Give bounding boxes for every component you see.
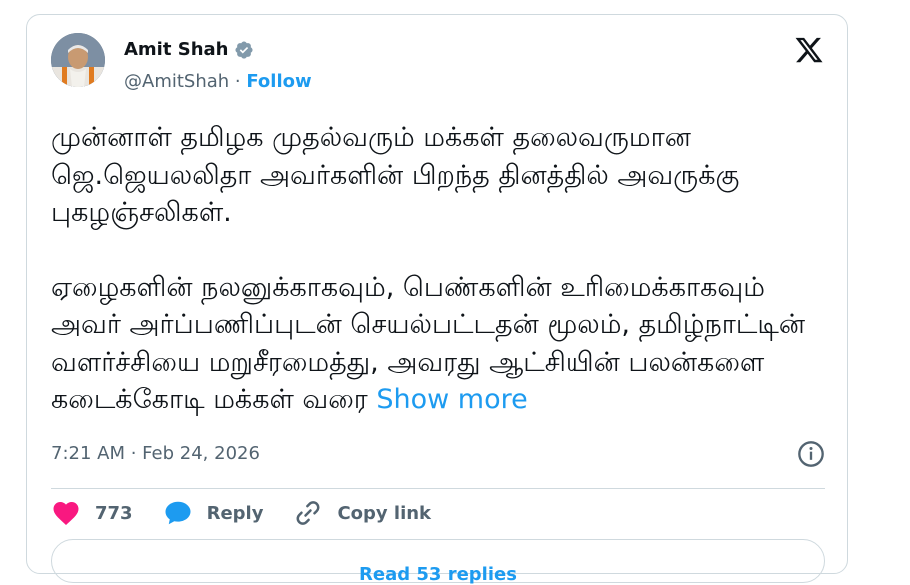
x-logo-icon[interactable] bbox=[793, 35, 825, 65]
author-name[interactable]: Amit Shah bbox=[124, 39, 228, 60]
handle-row: @AmitShah · Follow bbox=[124, 71, 312, 92]
handle-separator: · bbox=[229, 71, 247, 92]
like-count: 773 bbox=[95, 502, 133, 524]
follow-button[interactable]: Follow bbox=[246, 71, 311, 92]
copy-link-label: Copy link bbox=[337, 502, 432, 524]
tweet-text: முன்னாள் தமிழக முதல்வரும் மக்கள் தலைவரும… bbox=[51, 119, 831, 419]
tweet-date: Feb 24, 2026 bbox=[142, 443, 260, 464]
tweet-timestamp[interactable]: 7:21 AM · Feb 24, 2026 bbox=[51, 443, 260, 464]
tweet-time: 7:21 AM bbox=[51, 443, 125, 464]
action-bar: 773 Reply Copy link bbox=[51, 497, 461, 529]
link-icon bbox=[296, 501, 320, 525]
show-more-link[interactable]: Show more bbox=[376, 384, 527, 415]
heart-icon bbox=[53, 502, 79, 525]
reply-button[interactable]: Reply bbox=[163, 498, 264, 528]
author-handle[interactable]: @AmitShah bbox=[124, 71, 229, 92]
meta-separator: · bbox=[125, 443, 143, 464]
reply-label: Reply bbox=[206, 502, 264, 524]
verified-badge-icon bbox=[235, 40, 254, 59]
copy-link-button[interactable]: Copy link bbox=[293, 498, 431, 528]
divider bbox=[51, 488, 825, 489]
tweet-paragraph-1: முன்னாள் தமிழக முதல்வரும் மக்கள் தலைவரும… bbox=[51, 122, 740, 228]
author-name-row[interactable]: Amit Shah bbox=[124, 39, 254, 60]
read-replies-label: Read 53 replies bbox=[359, 564, 517, 585]
tweet-card: Amit Shah @AmitShah · Follow முன்னாள் தம… bbox=[26, 14, 848, 585]
like-button[interactable]: 773 bbox=[51, 498, 133, 528]
tweet-paragraph-2: ஏழைகளின் நலனுக்காகவும், பெண்களின் உரிமைக… bbox=[51, 269, 831, 419]
avatar[interactable] bbox=[51, 33, 105, 87]
read-replies-button[interactable]: Read 53 replies bbox=[51, 539, 825, 585]
info-icon[interactable] bbox=[797, 440, 825, 468]
speech-bubble-icon bbox=[165, 501, 191, 525]
